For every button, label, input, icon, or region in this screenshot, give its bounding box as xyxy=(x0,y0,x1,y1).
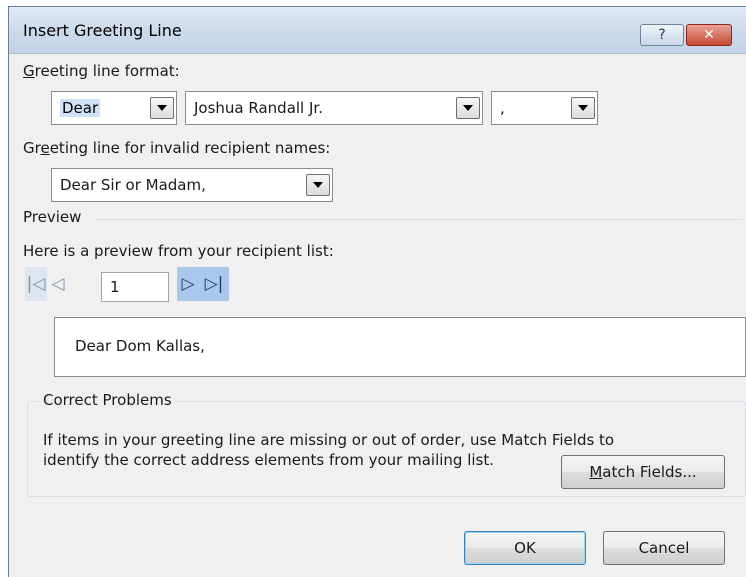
dialog-title: Insert Greeting Line xyxy=(23,21,182,40)
punctuation-value: , xyxy=(500,99,505,117)
invalid-names-dropdown[interactable]: Dear Sir or Madam, xyxy=(51,168,333,202)
ok-button[interactable]: OK xyxy=(464,531,586,565)
chevron-down-icon[interactable] xyxy=(571,97,595,119)
next-record-icon: ▷ xyxy=(181,274,195,294)
chevron-down-icon[interactable] xyxy=(456,97,480,119)
greeting-format-label: Greeting line format: xyxy=(23,62,180,80)
record-number-value: 1 xyxy=(110,278,120,296)
ok-label: OK xyxy=(514,539,536,557)
correct-problems-title: Correct Problems xyxy=(39,391,176,409)
title-bar[interactable]: Insert Greeting Line ? ✕ xyxy=(9,7,746,54)
last-record-icon: ▷| xyxy=(204,274,224,294)
close-button[interactable]: ✕ xyxy=(686,24,732,46)
preview-description: Here is a preview from your recipient li… xyxy=(23,242,334,260)
close-icon: ✕ xyxy=(703,27,715,43)
salutation-value: Dear xyxy=(60,99,101,117)
chevron-down-icon[interactable] xyxy=(306,174,330,196)
invalid-names-label: Greeting line for invalid recipient name… xyxy=(23,139,331,157)
preview-section-label: Preview xyxy=(23,208,82,226)
insert-greeting-line-dialog: Insert Greeting Line ? ✕ Greeting line f… xyxy=(8,6,746,577)
name-format-value: Joshua Randall Jr. xyxy=(194,99,323,117)
first-record-icon: |◁ xyxy=(26,274,46,294)
first-record-button[interactable]: |◁ xyxy=(25,267,47,301)
match-fields-button[interactable]: Match Fields... xyxy=(561,455,725,489)
help-icon: ? xyxy=(658,27,666,43)
preview-text: Dear Dom Kallas, xyxy=(75,337,205,355)
previous-record-icon: ◁ xyxy=(51,274,65,294)
chevron-down-icon[interactable] xyxy=(150,97,174,119)
salutation-dropdown[interactable]: Dear xyxy=(51,91,177,125)
cancel-label: Cancel xyxy=(638,539,690,557)
invalid-names-value: Dear Sir or Madam, xyxy=(60,176,206,194)
punctuation-dropdown[interactable]: , xyxy=(491,91,598,125)
correct-problems-line-1: If items in your greeting line are missi… xyxy=(43,431,615,449)
previous-record-button[interactable]: ◁ xyxy=(47,267,69,301)
help-button[interactable]: ? xyxy=(640,24,684,46)
record-number-input[interactable]: 1 xyxy=(101,272,169,302)
next-record-button[interactable]: ▷ xyxy=(177,267,199,301)
cancel-button[interactable]: Cancel xyxy=(603,531,725,565)
preview-divider xyxy=(95,219,743,220)
preview-text-box: Dear Dom Kallas, xyxy=(54,317,746,377)
last-record-button[interactable]: ▷| xyxy=(199,267,229,301)
name-format-dropdown[interactable]: Joshua Randall Jr. xyxy=(185,91,483,125)
match-fields-label: Match Fields... xyxy=(589,463,697,481)
